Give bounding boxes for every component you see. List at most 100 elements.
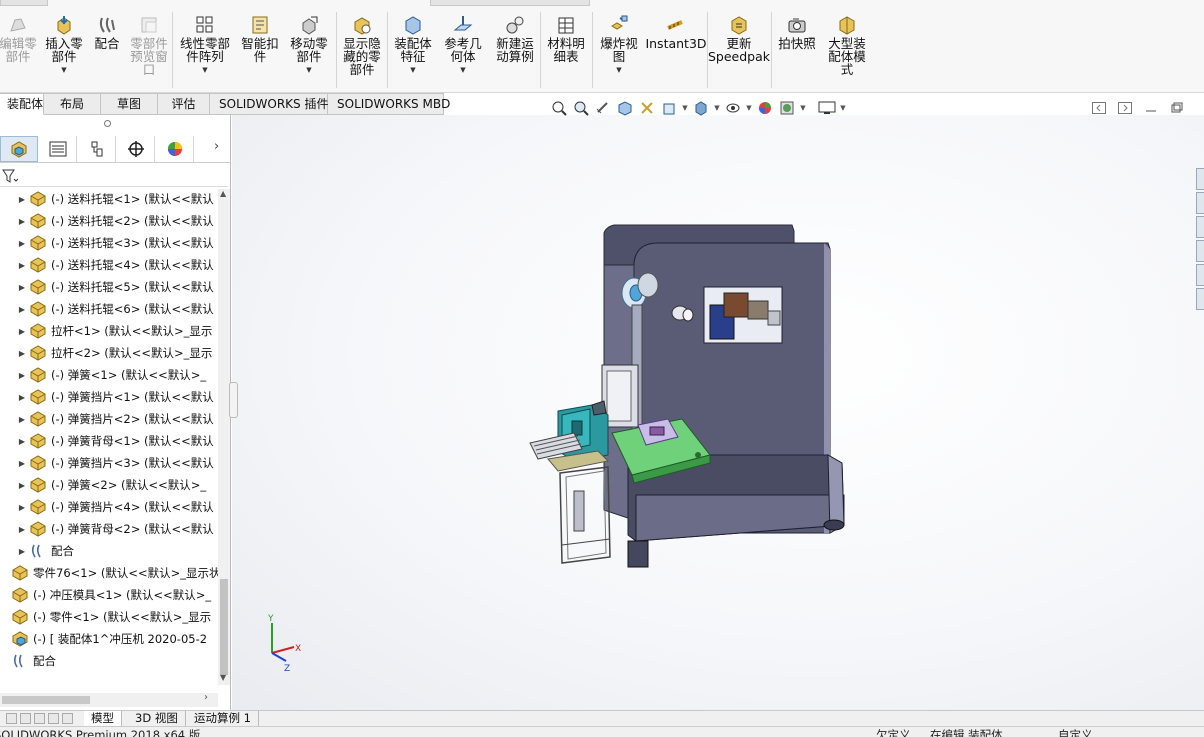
first-tab-icon[interactable] <box>6 713 17 724</box>
tab-assembly[interactable]: 装配体 <box>0 93 44 115</box>
edit-appearance-icon[interactable] <box>754 98 776 118</box>
expand-arrow-icon[interactable]: ▶ <box>16 437 28 446</box>
expand-arrow-icon[interactable]: ▶ <box>16 415 28 424</box>
tab-sketch[interactable]: 草图 <box>101 93 158 115</box>
expand-arrow-icon[interactable]: ▶ <box>16 503 28 512</box>
configuration-manager-tab[interactable] <box>78 136 116 162</box>
task-pane-design-library-icon[interactable] <box>1196 216 1204 238</box>
tab-solidworks-mbd[interactable]: SOLIDWORKS MBD <box>328 93 450 115</box>
task-pane-custom-properties-icon[interactable] <box>1196 288 1204 310</box>
tab-layout[interactable]: 布局 <box>44 93 101 115</box>
expand-arrow-icon[interactable]: ▶ <box>16 349 28 358</box>
expand-arrow-icon[interactable]: ▶ <box>16 371 28 380</box>
tree-item[interactable]: ▶ (-) 送料托辊<4> (默认<<默认 <box>16 254 214 276</box>
expand-arrow-icon[interactable]: ▶ <box>16 283 28 292</box>
chevron-down-icon[interactable]: ▼ <box>744 104 754 112</box>
expand-arrow-icon[interactable]: ▶ <box>16 305 28 314</box>
tree-item[interactable]: ▶ (-) 送料托辊<3> (默认<<默认 <box>16 232 214 254</box>
tab-evaluate[interactable]: 评估 <box>158 93 210 115</box>
tree-item[interactable]: ▶ 拉杆<2> (默认<<默认>_显示 <box>16 342 212 364</box>
instant3d-button[interactable]: Instant3D <box>645 14 707 90</box>
tree-item[interactable]: ▶ (-) 弹簧挡片<3> (默认<<默认 <box>16 452 214 474</box>
insert-components-button[interactable]: 插入零 部件 ▼ <box>42 14 86 90</box>
panel-collapse-handle[interactable] <box>229 382 238 418</box>
expand-arrow-icon[interactable]: ▶ <box>16 393 28 402</box>
hscroll-thumb[interactable] <box>2 696 90 704</box>
expand-arrow-icon[interactable]: ▶ <box>16 239 28 248</box>
dimxpert-manager-tab[interactable] <box>117 136 155 162</box>
tree-item[interactable]: 配合 <box>10 650 56 672</box>
chevron-down-icon[interactable]: ▼ <box>306 66 311 74</box>
tab-motion-study-1[interactable]: 运动算例 1 <box>187 711 259 727</box>
tree-item[interactable]: ▶ (-) 弹簧背母<2> (默认<<默认 <box>16 518 214 540</box>
expand-arrow-icon[interactable]: ▶ <box>16 195 28 204</box>
scroll-right-icon[interactable]: › <box>204 692 208 703</box>
dynamic-annotation-icon[interactable] <box>636 98 658 118</box>
expand-arrow-icon[interactable]: ▶ <box>16 217 28 226</box>
new-motion-study-button[interactable]: 新建运 动算例 <box>492 14 538 90</box>
view-orientation-icon[interactable] <box>658 98 680 118</box>
panel-grip-icon[interactable] <box>104 120 111 127</box>
tree-item[interactable]: ▶ (-) 弹簧挡片<4> (默认<<默认 <box>16 496 214 518</box>
chevron-down-icon[interactable]: ▼ <box>61 66 66 74</box>
move-component-button[interactable]: 移动零 部件 ▼ <box>286 14 332 90</box>
tree-filter[interactable] <box>0 165 228 187</box>
tree-item[interactable]: ▶ (-) 弹簧挡片<1> (默认<<默认 <box>16 386 214 408</box>
previous-view-icon[interactable] <box>592 98 614 118</box>
expand-arrow-icon[interactable]: ▶ <box>16 327 28 336</box>
reference-geometry-button[interactable]: 参考几 何体 ▼ <box>440 14 486 90</box>
restore-icon[interactable] <box>1168 100 1185 115</box>
linear-pattern-button[interactable]: 线性零部 件阵列 ▼ <box>177 14 233 90</box>
zoom-area-icon[interactable] <box>570 98 592 118</box>
minimize-icon[interactable] <box>1142 100 1159 115</box>
task-pane-home-icon[interactable] <box>1196 168 1204 190</box>
display-manager-tab[interactable] <box>156 136 194 162</box>
expand-arrow-icon[interactable]: ▶ <box>16 481 28 490</box>
tree-item[interactable]: 零件76<1> (默认<<默认>_显示状 <box>10 562 218 584</box>
tree-horizontal-scrollbar[interactable]: › <box>0 692 218 707</box>
tree-item[interactable]: (-) 冲压模具<1> (默认<<默认>_ <box>10 584 211 606</box>
units-status[interactable]: 自定义 <box>1058 728 1093 737</box>
chevron-down-icon[interactable]: ▼ <box>798 104 808 112</box>
take-snapshot-button[interactable]: 拍快照 <box>775 14 819 90</box>
component-preview-button[interactable]: 零部件 预览窗 口 <box>128 14 170 90</box>
chevron-down-icon[interactable]: ▼ <box>202 66 207 74</box>
task-pane-resources-icon[interactable] <box>1196 192 1204 214</box>
scroll-down-icon[interactable]: ▼ <box>220 673 226 682</box>
task-pane-appearances-icon[interactable] <box>1196 264 1204 286</box>
display-style-icon[interactable] <box>690 98 712 118</box>
tree-item[interactable]: ▶ 配合 <box>16 540 74 562</box>
chevron-down-icon[interactable]: ▼ <box>460 66 465 74</box>
exploded-view-button[interactable]: 爆炸视 图 ▼ <box>596 14 642 90</box>
expand-arrow-icon[interactable]: ▶ <box>16 261 28 270</box>
chevron-down-icon[interactable]: ▼ <box>616 66 621 74</box>
expand-arrow-icon[interactable]: ▶ <box>16 525 28 534</box>
more-tabs-icon[interactable] <box>62 713 73 724</box>
tree-item[interactable]: (-) [ 装配体1^冲压机 2020-05-2 <box>10 628 207 650</box>
tree-item[interactable]: ▶ (-) 送料托辊<2> (默认<<默认 <box>16 210 214 232</box>
tree-item[interactable]: ▶ (-) 送料托辊<6> (默认<<默认 <box>16 298 214 320</box>
chevron-down-icon[interactable]: ▼ <box>712 104 722 112</box>
tree-vertical-scrollbar[interactable]: ▲ ▼ <box>218 189 230 685</box>
view-settings-icon[interactable] <box>816 98 838 118</box>
mate-button[interactable]: 配合 <box>92 14 122 90</box>
tree-item[interactable]: (-) 零件<1> (默认<<默认>_显示 <box>10 606 211 628</box>
hide-show-items-icon[interactable] <box>722 98 744 118</box>
tree-item[interactable]: ▶ (-) 弹簧<2> (默认<<默认>_ <box>16 474 206 496</box>
bill-of-materials-button[interactable]: 材料明 细表 <box>543 14 589 90</box>
tab-model[interactable]: 模型 <box>84 711 122 727</box>
chevron-down-icon[interactable]: ▼ <box>838 104 848 112</box>
chevron-down-icon[interactable]: ▼ <box>680 104 690 112</box>
tree-item[interactable]: ▶ (-) 弹簧<1> (默认<<默认>_ <box>16 364 206 386</box>
smart-fasteners-button[interactable]: 智能扣 件 <box>238 14 282 90</box>
stamping-press-model[interactable]: Y X Z <box>232 115 1204 712</box>
edit-component-button[interactable]: 编辑零 部件 <box>0 14 38 90</box>
section-view-icon[interactable] <box>614 98 636 118</box>
tab-3d-view[interactable]: 3D 视图 <box>128 711 186 727</box>
tree-item[interactable]: ▶ (-) 送料托辊<5> (默认<<默认 <box>16 276 214 298</box>
feature-manager-tab[interactable] <box>0 136 38 162</box>
tree-item[interactable]: ▶ (-) 弹簧挡片<2> (默认<<默认 <box>16 408 214 430</box>
next-tab-icon[interactable] <box>34 713 45 724</box>
tree-item[interactable]: ▶ (-) 弹簧背母<1> (默认<<默认 <box>16 430 214 452</box>
large-assembly-mode-button[interactable]: 大型装 配体模 式 <box>824 14 870 90</box>
